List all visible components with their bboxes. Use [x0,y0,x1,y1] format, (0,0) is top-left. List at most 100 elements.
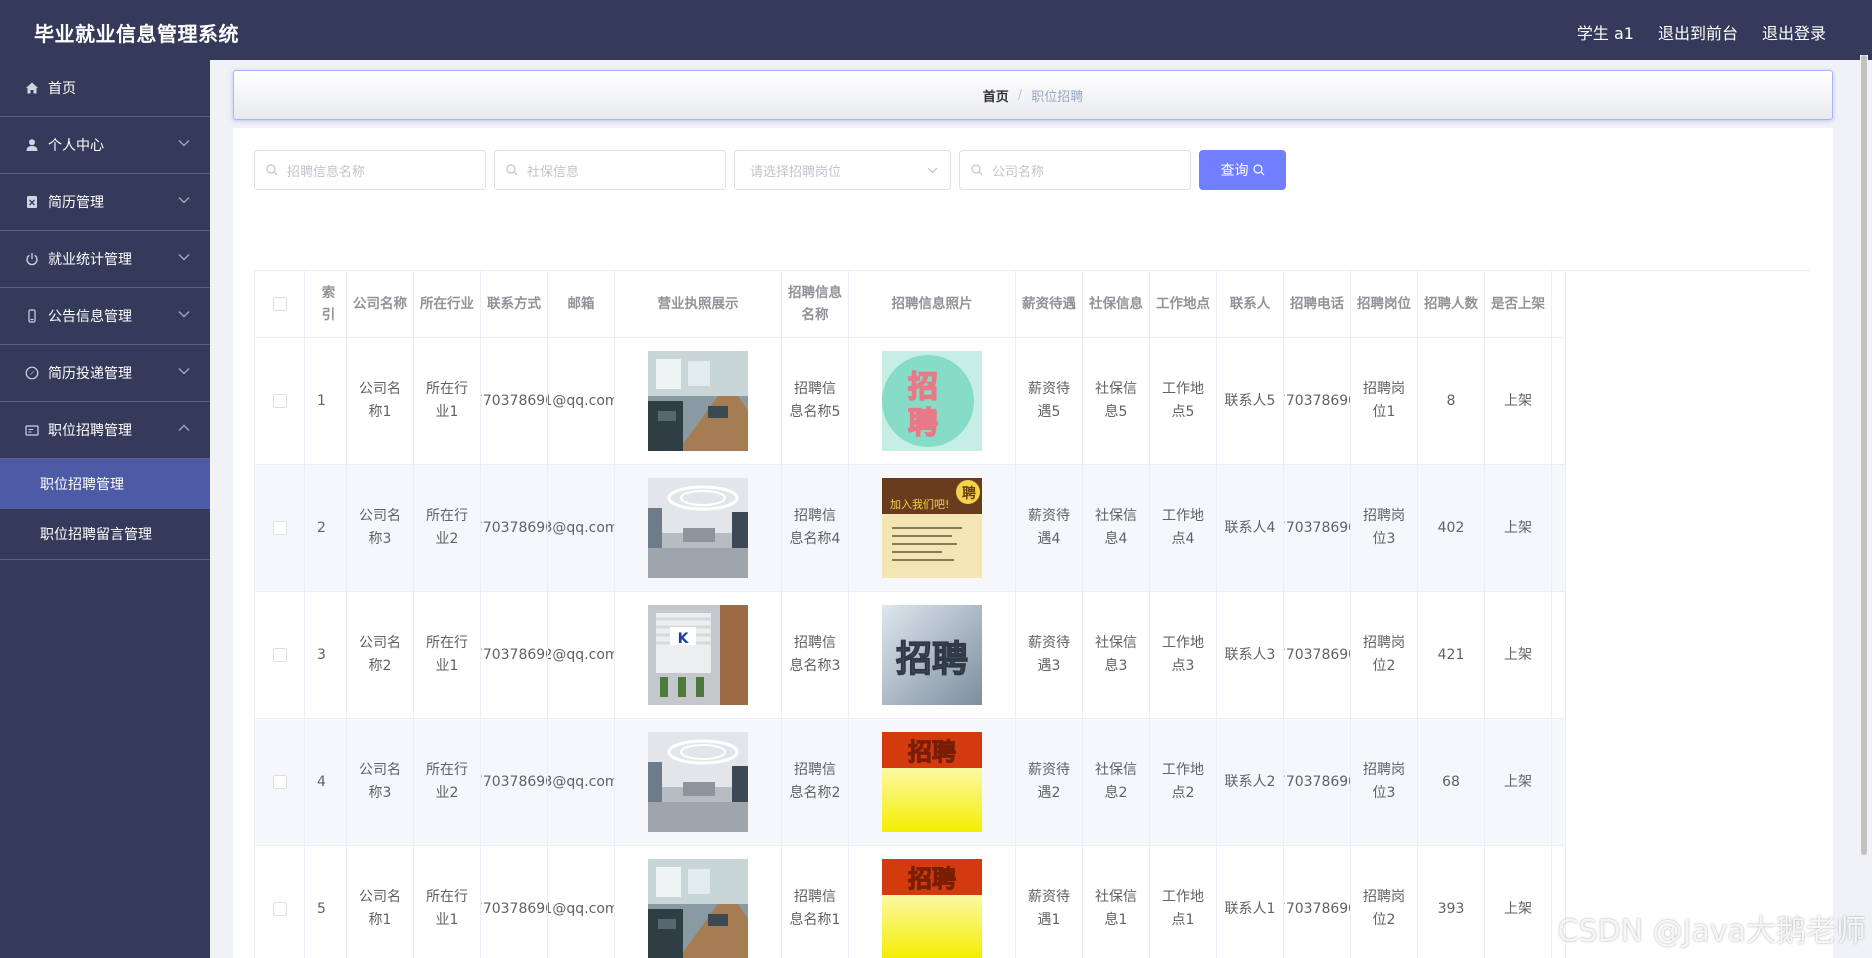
recruitment-table: 索引 公司名称 所在行业 联系方式 邮箱 营业执照展示 招聘信息名称 招聘信息照片 薪资待遇 社保… [254,270,1810,958]
cell-company: 公司名称2 [347,592,414,719]
license-image[interactable] [648,732,748,832]
sidebar-item-resume-delivery[interactable]: 简历投递管理 [0,345,210,402]
sidebar-item-resume[interactable]: 简历管理 [0,174,210,231]
row-checkbox[interactable] [272,902,287,916]
table-header-cell: 索引 [305,271,347,338]
table-row[interactable]: 4 公司名称3 所在行业2 177037869033@qq.com 招聘信息名称2 招聘薪… [255,719,1810,846]
table-header-cell: 邮箱 [548,271,615,338]
briefcase-icon [25,423,39,437]
license-image[interactable]: K [648,605,748,705]
sidebar-item-home[interactable]: 首页 [0,60,210,117]
table-header-cell: 招聘信息名称 [782,271,849,338]
table-header-cell: 工作地点 [1150,271,1217,338]
notice-icon [25,309,39,323]
row-checkbox[interactable] [272,521,287,535]
row-checkbox-cell[interactable] [255,465,305,592]
cell-overflow [1552,338,1566,465]
recruit-photo[interactable]: 招聘 [882,605,982,705]
cell-company-text: 公司名称3 [359,762,401,801]
cell-status: 上架 [1485,465,1552,592]
search-bar: 招聘信息名称 社保信息 请选择招聘岗位 公司名称 查询 [254,150,1286,190]
main-panel: 招聘信息名称 社保信息 请选择招聘岗位 公司名称 查询 索引 公司名称 所在行业 联系… [233,128,1833,958]
breadcrumb-separator: / [1017,87,1023,103]
sidebar-submenu: 职位招聘管理 职位招聘留言管理 [0,459,210,560]
license-image[interactable] [648,351,748,451]
breadcrumb-home[interactable]: 首页 [983,86,1009,105]
back-to-front-link[interactable]: 退出到前台 [1658,20,1738,44]
user-icon [25,138,39,152]
row-checkbox[interactable] [272,648,287,662]
table-header-cell: 招聘电话 [1284,271,1351,338]
sidebar-item-announcements[interactable]: 公告信息管理 [0,288,210,345]
select-all-checkbox[interactable] [272,297,287,311]
cell-contact: 联系人1 [1217,846,1284,958]
svg-text:聘: 聘 [962,485,976,502]
row-checkbox-cell[interactable] [255,846,305,958]
sidebar-item-employment-stats[interactable]: 就业统计管理 [0,231,210,288]
recruit-photo[interactable]: 聘加入我们吧! [882,478,982,578]
scrollbar-thumb[interactable] [1861,55,1867,855]
cell-location: 工作地点2 [1150,719,1217,846]
row-checkbox-cell[interactable] [255,592,305,719]
table-header-cell: 所在行业 [414,271,481,338]
recruit-photo[interactable]: 招聘 [882,859,982,958]
table-row[interactable]: 3 公司名称2 所在行业1 177037869022@qq.com K 招聘信息名称3 招聘… [255,592,1810,719]
cell-phone-text: 17703786903 [481,773,547,790]
row-checkbox[interactable] [272,775,287,789]
cell-email: 3@qq.com [548,719,615,846]
table-row[interactable]: 2 公司名称3 所在行业2 177037869033@qq.com 招聘信息名称4 聘加入… [255,465,1810,592]
row-checkbox-cell[interactable] [255,719,305,846]
cell-index: 5 [305,846,347,958]
sidebar-subitem-job-recruitment[interactable]: 职位招聘管理 [0,459,210,509]
cell-recruit-name: 招聘信息名称5 [782,338,849,465]
cell-salary: 薪资待遇5 [1016,338,1083,465]
cell-social-security: 社保信息1 [1083,846,1150,958]
cell-headcount: 393 [1418,846,1485,958]
table-header-cell: 社保信息 [1083,271,1150,338]
page-scrollbar[interactable] [1860,55,1868,857]
cell-tel: 17703786901 [1284,846,1351,958]
column-header: 薪资待遇 [1022,296,1076,312]
sidebar-item-personal-center[interactable]: 个人中心 [0,117,210,174]
column-header: 社保信息 [1089,296,1143,312]
cell-tel-text: 17703786901 [1284,900,1350,917]
cell-position: 招聘岗位1 [1351,338,1418,465]
cell-location-text: 工作地点4 [1162,508,1204,547]
sidebar-item-job-recruitment[interactable]: 职位招聘管理 [0,402,210,459]
cell-social-security: 社保信息2 [1083,719,1150,846]
social-security-search-input[interactable]: 社保信息 [494,150,726,190]
cell-social-security-text: 社保信息1 [1095,889,1137,928]
recruit-photo[interactable]: 招聘 [882,732,982,832]
cell-index: 2 [305,465,347,592]
logout-link[interactable]: 退出登录 [1762,20,1826,44]
resume-icon [25,195,39,209]
cell-company: 公司名称3 [347,719,414,846]
current-user-link[interactable]: 学生 a1 [1577,20,1634,44]
header-checkbox-cell[interactable] [255,271,305,338]
svg-text:加入我们吧!: 加入我们吧! [890,497,949,511]
license-image[interactable] [648,859,748,958]
cell-industry: 所在行业1 [414,338,481,465]
cell-location-text: 工作地点3 [1162,635,1204,674]
recruit-photo[interactable]: 招聘 [882,351,982,451]
cell-overflow [1552,719,1566,846]
cell-social-security: 社保信息5 [1083,338,1150,465]
row-checkbox[interactable] [272,394,287,408]
query-button[interactable]: 查询 [1199,150,1286,190]
table-row[interactable]: 1 公司名称1 所在行业1 177037869011@qq.com 招聘信息名称5 招聘 薪… [255,338,1810,465]
cell-social-security: 社保信息3 [1083,592,1150,719]
cell-position: 招聘岗位2 [1351,846,1418,958]
row-checkbox-cell[interactable] [255,338,305,465]
company-search-input[interactable]: 公司名称 [959,150,1191,190]
cell-tel-text: 17703786904 [1284,519,1350,536]
cell-license-image: K [615,592,782,719]
position-select[interactable]: 请选择招聘岗位 [734,150,951,190]
cell-company-text: 公司名称1 [359,889,401,928]
cell-location: 工作地点5 [1150,338,1217,465]
cell-license-image [615,465,782,592]
sidebar-subitem-job-messages[interactable]: 职位招聘留言管理 [0,509,210,559]
cell-email: 3@qq.com [548,465,615,592]
recruit-name-search-input[interactable]: 招聘信息名称 [254,150,486,190]
cell-status-text: 上架 [1504,646,1532,663]
license-image[interactable] [648,478,748,578]
